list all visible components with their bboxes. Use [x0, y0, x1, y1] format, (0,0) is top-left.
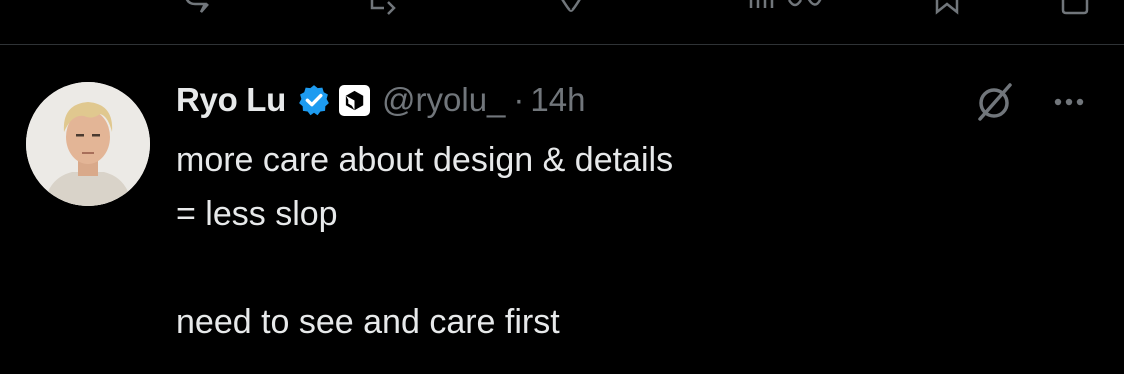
- avatar[interactable]: [26, 82, 150, 206]
- tweet-text-line: need to see and care first: [176, 303, 560, 341]
- timestamp[interactable]: 14h: [530, 81, 585, 119]
- tweet-text-line: more care about design & details: [176, 141, 674, 179]
- tweet-text-line: = less slop: [176, 195, 338, 233]
- author-display-name[interactable]: Ryo Lu: [176, 81, 286, 119]
- bookmark-icon[interactable]: [932, 0, 962, 16]
- tweet[interactable]: Ryo Lu @ryolu_ · 14h more care about des…: [0, 45, 1124, 374]
- grok-icon[interactable]: [970, 77, 1020, 127]
- share-icon[interactable]: [1060, 0, 1090, 16]
- tweet-header: Ryo Lu @ryolu_ · 14h: [176, 79, 585, 121]
- reply-icon[interactable]: [180, 0, 210, 16]
- verified-badge-icon[interactable]: [297, 83, 331, 117]
- cube-badge-icon[interactable]: [339, 84, 371, 116]
- views-stat[interactable]: [745, 0, 825, 16]
- separator-dot: ·: [513, 81, 525, 118]
- author-handle[interactable]: @ryolu_: [382, 81, 505, 119]
- retweet-icon[interactable]: [368, 0, 398, 16]
- like-icon[interactable]: [556, 0, 586, 16]
- more-icon[interactable]: [1042, 85, 1096, 119]
- previous-tweet-action-bar: [0, 0, 1124, 44]
- tweet-text: more care about design & details = less …: [176, 133, 1076, 349]
